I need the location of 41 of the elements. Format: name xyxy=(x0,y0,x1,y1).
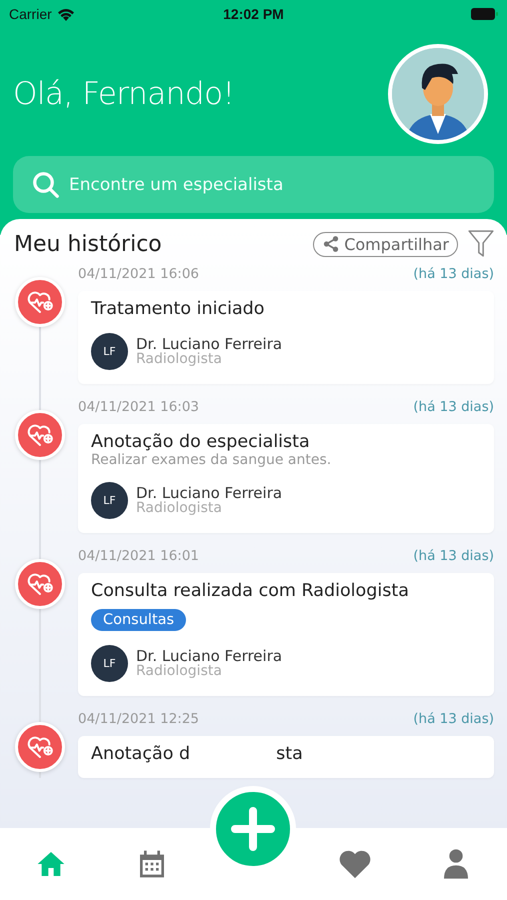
doctor-specialty: Radiologista xyxy=(136,664,223,680)
entry-age: (há 13 dias) xyxy=(413,266,494,282)
battery-icon xyxy=(471,8,498,20)
card-title: Consulta realizada com Radiologista xyxy=(91,581,410,601)
card-note: Realizar exames da sangue antes. xyxy=(91,452,332,468)
entry-date: 04/11/2021 16:01 xyxy=(78,548,200,564)
category-tag: Consultas xyxy=(91,609,186,631)
doctor-initials: LF xyxy=(91,482,128,519)
clock-time: 12:02 PM xyxy=(223,6,284,22)
greeting-title: Olá, Fernando! xyxy=(13,76,234,112)
carrier-label: Carrier xyxy=(9,6,52,22)
doctor-specialty: Radiologista xyxy=(136,501,223,516)
card-title: sta xyxy=(276,744,303,764)
share-icon xyxy=(322,235,340,253)
search-field[interactable]: Encontre um especialista xyxy=(13,156,494,213)
history-card[interactable]: Anotação do especialista Realizar exames da sangue antes. LF Dr. Luciano Ferreira Radiologista xyxy=(78,424,494,533)
entry-date: 04/11/2021 16:03 xyxy=(78,399,200,415)
filter-icon[interactable] xyxy=(468,230,494,258)
card-title: Anotação do especialista xyxy=(91,432,311,452)
person-icon xyxy=(442,848,470,880)
section-title: Meu histórico xyxy=(14,232,163,256)
entry-date: 04/11/2021 12:25 xyxy=(78,711,200,727)
doctor-name: Dr. Luciano Ferreira xyxy=(136,336,282,352)
history-card[interactable]: Consulta realizada com Radiologista Consultas LF Dr. Luciano Ferreira Radiologista xyxy=(78,573,494,696)
card-title: Tratamento iniciado xyxy=(91,299,266,319)
share-button[interactable]: Compartilhar xyxy=(313,232,458,256)
card-title: Anotação d xyxy=(91,744,190,764)
history-card[interactable]: Tratamento iniciado LF Dr. Luciano Ferreira Radiologista xyxy=(78,291,494,384)
entry-age: (há 13 dias) xyxy=(413,399,494,415)
heart-icon xyxy=(338,848,372,880)
doctor-name: Dr. Luciano Ferreira xyxy=(136,484,282,502)
doctor-initials: LF xyxy=(91,333,128,370)
entry-age: (há 13 dias) xyxy=(413,548,494,564)
plus-icon xyxy=(231,807,275,851)
doctor-name: Dr. Luciano Ferreira xyxy=(136,648,282,664)
entry-date: 04/11/2021 16:06 xyxy=(78,266,200,282)
entry-age: (há 13 dias) xyxy=(413,711,494,727)
wifi-icon xyxy=(56,8,75,20)
history-card[interactable]: Anotação d sta xyxy=(78,736,494,778)
doctor-specialty: Radiologista xyxy=(136,352,223,368)
doctor-initials: LF xyxy=(91,645,128,682)
